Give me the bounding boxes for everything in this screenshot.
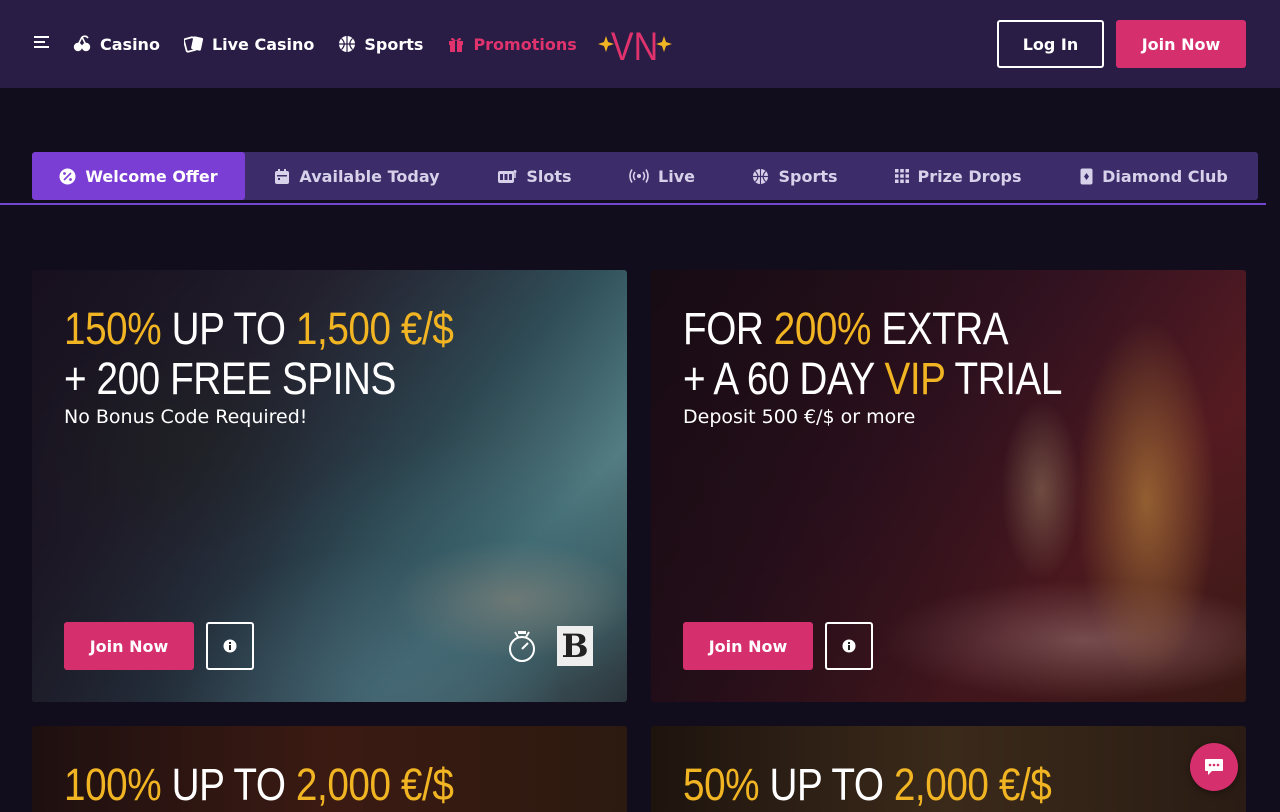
logo-text: VN xyxy=(611,23,658,66)
promo-amount: 2,000 €/$ xyxy=(893,759,1052,810)
grid-icon xyxy=(894,169,909,183)
tab-welcome-offer-label: Welcome Offer xyxy=(85,166,218,186)
promo-card-text: 100% UP TO 2,000 €/$ xyxy=(64,760,517,810)
promo-line2-rest: TRIAL xyxy=(944,353,1063,404)
login-button[interactable]: Log In xyxy=(997,20,1104,68)
promo-line1-rest: EXTRA xyxy=(870,303,1009,354)
promo-join-button[interactable]: Join Now xyxy=(683,622,813,670)
provider-b-logo: B xyxy=(557,626,593,666)
promo-join-button[interactable]: Join Now xyxy=(64,622,194,670)
promo-upto: UP TO xyxy=(161,759,296,810)
top-header: Casino Live Casino Sports Promotions VN … xyxy=(0,0,1280,88)
basketball-icon xyxy=(753,168,769,184)
slot-machine-icon xyxy=(498,169,517,183)
promo-card-text: 150% UP TO 1,500 €/$ + 200 FREE SPINS No… xyxy=(64,303,517,429)
tab-prize-drops[interactable]: Prize Drops xyxy=(866,152,1050,200)
tab-slots[interactable]: Slots xyxy=(469,152,600,200)
chat-icon xyxy=(1205,759,1223,775)
promo-subtext: Deposit 500 €/$ or more xyxy=(683,406,916,428)
promo-card-welcome: 150% UP TO 1,500 €/$ + 200 FREE SPINS No… xyxy=(32,270,627,702)
promo-line1-pre: FOR xyxy=(683,303,774,354)
promo-amount: 1,500 €/$ xyxy=(295,303,454,354)
promo-headline: 150% UP TO 1,500 €/$ + 200 FREE SPINS xyxy=(64,303,454,404)
broadcast-icon xyxy=(629,169,649,183)
tab-sports-label: Sports xyxy=(778,166,838,186)
promo-headline: FOR 200% EXTRA + A 60 DAY VIP TRIAL xyxy=(683,304,1062,404)
nav-sports[interactable]: Sports xyxy=(338,35,423,54)
main-nav: Casino Live Casino Sports Promotions xyxy=(72,30,601,58)
site-logo[interactable]: VN xyxy=(598,20,672,69)
tab-available-today-label: Available Today xyxy=(299,166,440,186)
percent-badge-icon xyxy=(59,168,76,184)
promo-info-button[interactable] xyxy=(206,622,254,670)
nav-live-casino[interactable]: Live Casino xyxy=(183,34,315,54)
join-now-button[interactable]: Join Now xyxy=(1116,20,1246,68)
gift-icon xyxy=(449,37,464,52)
calendar-icon xyxy=(275,168,290,184)
nav-live-casino-label: Live Casino xyxy=(211,34,315,54)
nav-promotions-label: Promotions xyxy=(473,34,577,54)
promo-amount: 2,000 €/$ xyxy=(295,759,454,810)
tab-live-label: Live xyxy=(658,166,695,186)
promo-card-vip: FOR 200% EXTRA + A 60 DAY VIP TRIAL Depo… xyxy=(651,270,1246,702)
promo-card-text: 50% UP TO 2,000 €/$ xyxy=(683,760,1111,810)
promo-card-3: 100% UP TO 2,000 €/$ xyxy=(32,726,627,812)
promo-vip: VIP xyxy=(884,353,945,404)
tab-diamond-club[interactable]: Diamond Club xyxy=(1050,152,1258,200)
tab-diamond-club-label: Diamond Club xyxy=(1102,166,1228,186)
tab-sports[interactable]: Sports xyxy=(724,152,866,200)
promo-card-4: 50% UP TO 2,000 €/$ xyxy=(651,726,1246,812)
promo-subtext: No Bonus Code Required! xyxy=(64,406,308,428)
diamond-card-icon xyxy=(1080,168,1093,184)
promo-info-button[interactable] xyxy=(825,622,873,670)
info-icon xyxy=(223,639,237,653)
menu-icon[interactable] xyxy=(34,36,50,50)
tab-welcome-offer[interactable]: Welcome Offer xyxy=(32,152,245,200)
promo-card-text: FOR 200% EXTRA + A 60 DAY VIP TRIAL Depo… xyxy=(683,304,1124,429)
cherries-icon xyxy=(73,35,91,52)
basketball-icon xyxy=(339,36,356,52)
promo-headline: 100% UP TO 2,000 €/$ xyxy=(64,759,454,810)
promo-line2: + 200 FREE SPINS xyxy=(64,353,396,404)
promo-line2-pre: + A 60 DAY xyxy=(683,353,885,404)
nav-promotions[interactable]: Promotions xyxy=(447,34,577,54)
promo-upto: UP TO xyxy=(759,759,894,810)
cards-icon xyxy=(183,36,204,53)
tab-available-today[interactable]: Available Today xyxy=(245,152,469,200)
promo-headline: 50% UP TO 2,000 €/$ xyxy=(683,759,1052,810)
promo-percent: 50% xyxy=(683,759,760,810)
provider-logos: B xyxy=(507,626,593,666)
promo-percent: 100% xyxy=(64,759,162,810)
nav-casino[interactable]: Casino xyxy=(72,35,160,54)
tab-live[interactable]: Live xyxy=(600,152,724,200)
tabs-underline xyxy=(0,203,1266,205)
stopwatch-icon xyxy=(509,631,535,662)
info-icon xyxy=(842,639,856,653)
promo-percent: 150% xyxy=(64,303,162,354)
nav-casino-label: Casino xyxy=(100,34,160,54)
nav-sports-label: Sports xyxy=(364,34,424,54)
tab-slots-label: Slots xyxy=(526,166,572,186)
chat-button[interactable] xyxy=(1190,743,1238,791)
tab-prize-drops-label: Prize Drops xyxy=(917,166,1022,186)
promo-upto: UP TO xyxy=(161,303,296,354)
promo-tabs: Welcome Offer Available Today Slots Live… xyxy=(32,152,1258,200)
promo-percent: 200% xyxy=(773,303,872,354)
